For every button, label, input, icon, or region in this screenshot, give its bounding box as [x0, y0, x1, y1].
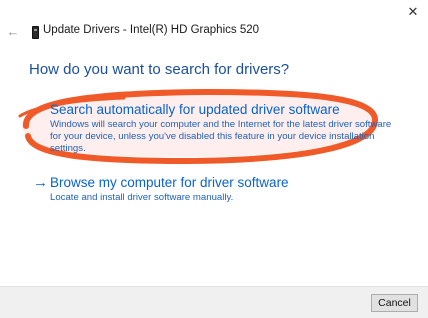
cancel-button[interactable]: Cancel — [371, 294, 418, 312]
browse-computer-option[interactable]: → Browse my computer for driver software… — [33, 175, 333, 205]
back-arrow-icon[interactable]: ← — [6, 25, 20, 39]
page-heading: How do you want to search for drivers? — [29, 61, 290, 78]
dialog-footer: Cancel — [0, 286, 428, 318]
arrow-right-icon: → — [33, 174, 48, 191]
update-drivers-dialog: ← Update Drivers - Intel(R) HD Graphics … — [0, 0, 428, 318]
option-description: Windows will search your computer and th… — [50, 119, 392, 154]
close-icon[interactable]: ✕ — [406, 5, 420, 19]
display-adapter-icon — [32, 26, 39, 39]
search-automatically-option[interactable]: → Search automatically for updated drive… — [33, 102, 393, 157]
option-description: Locate and install driver software manua… — [50, 192, 234, 203]
dialog-title: Update Drivers - Intel(R) HD Graphics 52… — [43, 24, 260, 36]
arrow-right-icon: → — [33, 102, 48, 118]
option-title: Search automatically for updated driver … — [50, 102, 340, 117]
option-title: Browse my computer for driver software — [50, 175, 289, 190]
